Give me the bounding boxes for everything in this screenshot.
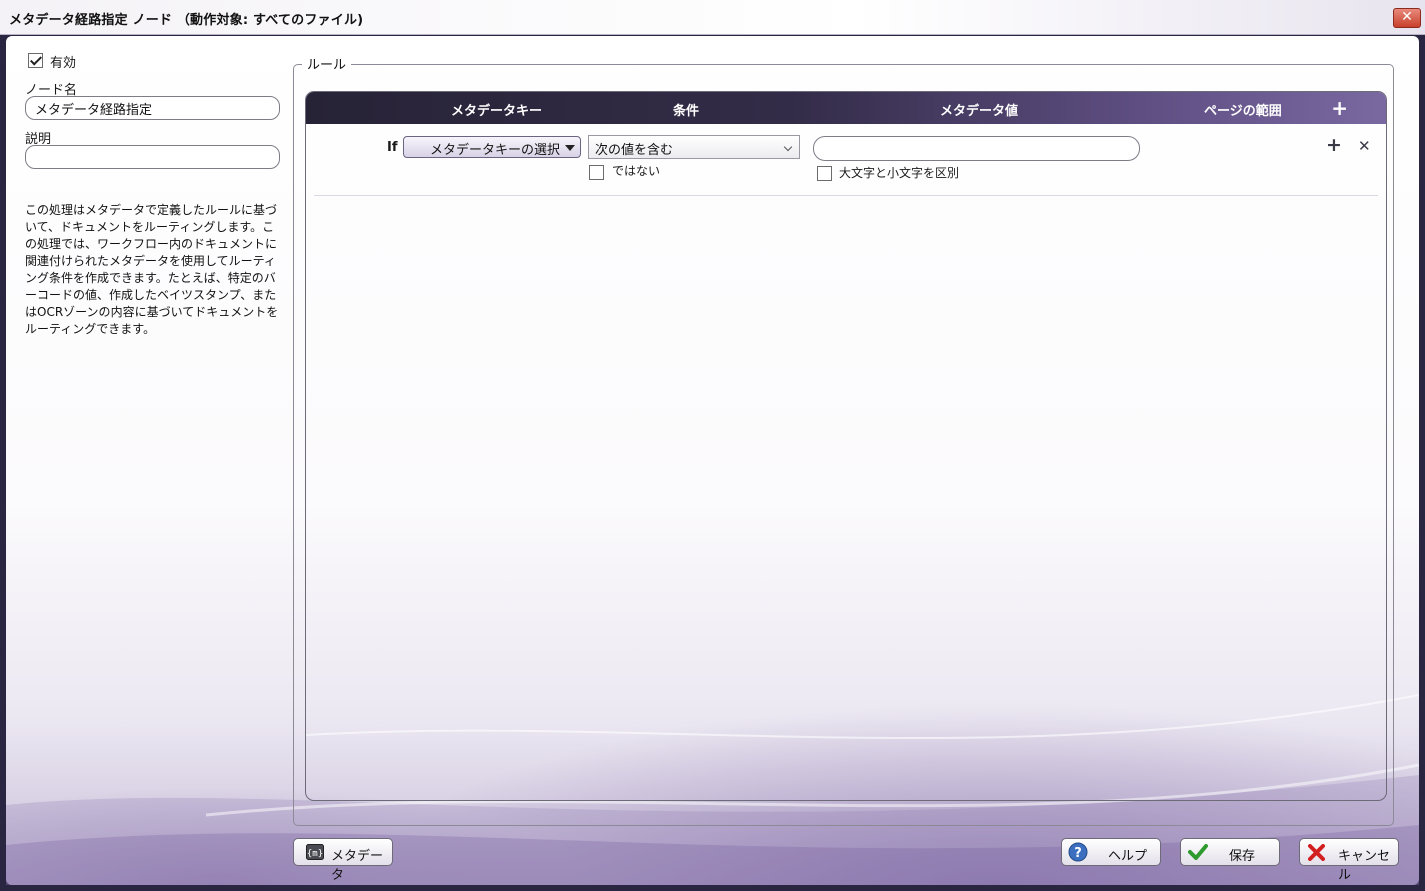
- column-header-page-range: ページの範囲: [1204, 104, 1282, 119]
- cancel-button-label: キャンセル: [1338, 849, 1391, 883]
- enabled-checkbox[interactable]: [28, 53, 43, 68]
- metadata-icon: {m}: [306, 844, 324, 860]
- description-input[interactable]: [25, 145, 280, 169]
- column-header-metadata-key: メタデータキー: [451, 104, 543, 119]
- metadata-button-label: メタデータ: [331, 849, 384, 883]
- column-header-metadata-value: メタデータ値: [940, 104, 1019, 119]
- svg-text:?: ?: [1074, 846, 1082, 861]
- add-condition-icon[interactable]: +: [1326, 134, 1342, 156]
- metadata-key-select[interactable]: メタデータキーの選択: [403, 136, 581, 158]
- dropdown-arrow-icon: [565, 145, 575, 151]
- rules-grid: メタデータキー 条件 メタデータ値 ページの範囲 + If メタデータキーの選択…: [305, 91, 1387, 801]
- x-icon: [1308, 844, 1325, 861]
- svg-text:{m}: {m}: [307, 849, 323, 859]
- not-checkbox[interactable]: [589, 165, 604, 180]
- chevron-down-icon: [783, 142, 793, 152]
- not-label: ではない: [612, 164, 661, 178]
- rules-grid-header: メタデータキー 条件 メタデータ値 ページの範囲 +: [306, 92, 1386, 124]
- condition-select-value: 次の値を含む: [595, 143, 674, 158]
- save-button[interactable]: 保存: [1180, 838, 1280, 866]
- close-button[interactable]: ✕: [1393, 8, 1421, 28]
- help-button-label: ヘルプ: [1108, 849, 1148, 864]
- metadata-key-select-label: メタデータキーの選択: [430, 143, 561, 158]
- condition-select[interactable]: 次の値を含む: [588, 135, 800, 159]
- case-sensitive-checkbox[interactable]: [817, 166, 832, 181]
- if-label: If: [387, 140, 398, 155]
- question-icon: ?: [1068, 842, 1088, 862]
- metadata-button[interactable]: {m} メタデータ: [293, 838, 393, 883]
- row-divider: [314, 195, 1378, 196]
- column-header-condition: 条件: [673, 104, 700, 119]
- metadata-value-input[interactable]: [813, 136, 1140, 161]
- rules-group-title: ルール: [302, 54, 352, 73]
- close-icon: ✕: [1401, 9, 1413, 25]
- window-title: メタデータ経路指定 ノード （動作対象: すべてのファイル): [9, 13, 364, 28]
- help-button[interactable]: ? ヘルプ: [1061, 838, 1161, 866]
- save-button-label: 保存: [1229, 849, 1256, 864]
- checkmark-icon: [1188, 844, 1208, 860]
- cancel-button[interactable]: キャンセル: [1299, 838, 1399, 883]
- title-bar: メタデータ経路指定 ノード （動作対象: すべてのファイル) ✕: [0, 0, 1425, 35]
- enabled-label: 有効: [50, 56, 77, 71]
- node-name-input[interactable]: [25, 96, 280, 120]
- case-sensitive-label: 大文字と小文字を区別: [839, 166, 960, 180]
- dialog-body: 有効 ノード名 説明 この処理はメタデータで定義したルールに基づいて、ドキュメン…: [6, 36, 1419, 885]
- add-rule-header-icon[interactable]: +: [1331, 96, 1348, 120]
- remove-condition-icon[interactable]: ✕: [1358, 137, 1371, 155]
- node-description-text: この処理はメタデータで定義したルールに基づいて、ドキュメントをルーティングします…: [25, 203, 279, 336]
